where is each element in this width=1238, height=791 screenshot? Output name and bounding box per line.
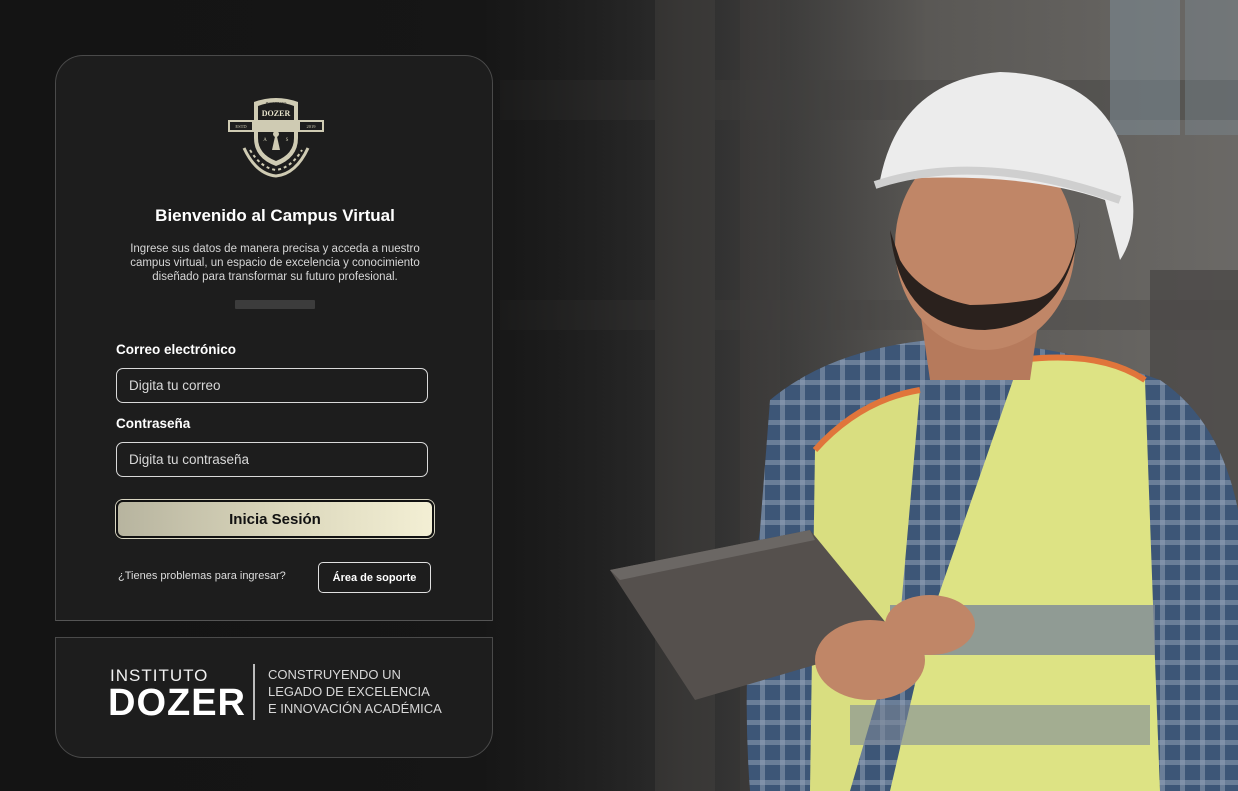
construction-worker-image xyxy=(610,72,1238,791)
crest-name: DOZER xyxy=(262,109,291,118)
crest-letter-right: S xyxy=(286,138,289,143)
email-label: Correo electrónico xyxy=(116,342,237,357)
brand-card: INSTITUTO DOZER CONSTRUYENDO UN LEGADO D… xyxy=(55,637,493,758)
crest-top-text: INSTITUTO xyxy=(266,101,287,106)
crest-left-text: ESTD xyxy=(235,124,247,129)
divider xyxy=(235,300,315,309)
shield-crest-icon: INSTITUTO DOZER ESTD 2019 A S xyxy=(228,98,324,178)
tagline-line-3: E INNOVACIÓN ACADÉMICA xyxy=(268,701,442,716)
brand-tagline: CONSTRUYENDO UN LEGADO DE EXCELENCIA E I… xyxy=(268,666,442,717)
crest-right-text: 2019 xyxy=(307,124,317,129)
brand-separator xyxy=(253,664,255,720)
brand-name: DOZER xyxy=(108,682,246,724)
tagline-line-1: CONSTRUYENDO UN xyxy=(268,667,401,682)
help-text: ¿Tienes problemas para ingresar? xyxy=(118,570,286,582)
page-title: Bienvenido al Campus Virtual xyxy=(155,206,395,225)
support-button[interactable]: Área de soporte xyxy=(318,562,431,593)
login-button[interactable]: Inicia Sesión xyxy=(116,500,434,538)
crest-letter-left: A xyxy=(263,138,267,143)
email-input[interactable] xyxy=(116,368,428,403)
page-description: Ingrese sus datos de manera precisa y ac… xyxy=(130,243,420,283)
password-label: Contraseña xyxy=(116,416,191,431)
tagline-line-2: LEGADO DE EXCELENCIA xyxy=(268,684,430,699)
login-card: INSTITUTO DOZER ESTD 2019 A S Bienvenido… xyxy=(55,55,493,621)
password-input[interactable] xyxy=(116,442,428,477)
